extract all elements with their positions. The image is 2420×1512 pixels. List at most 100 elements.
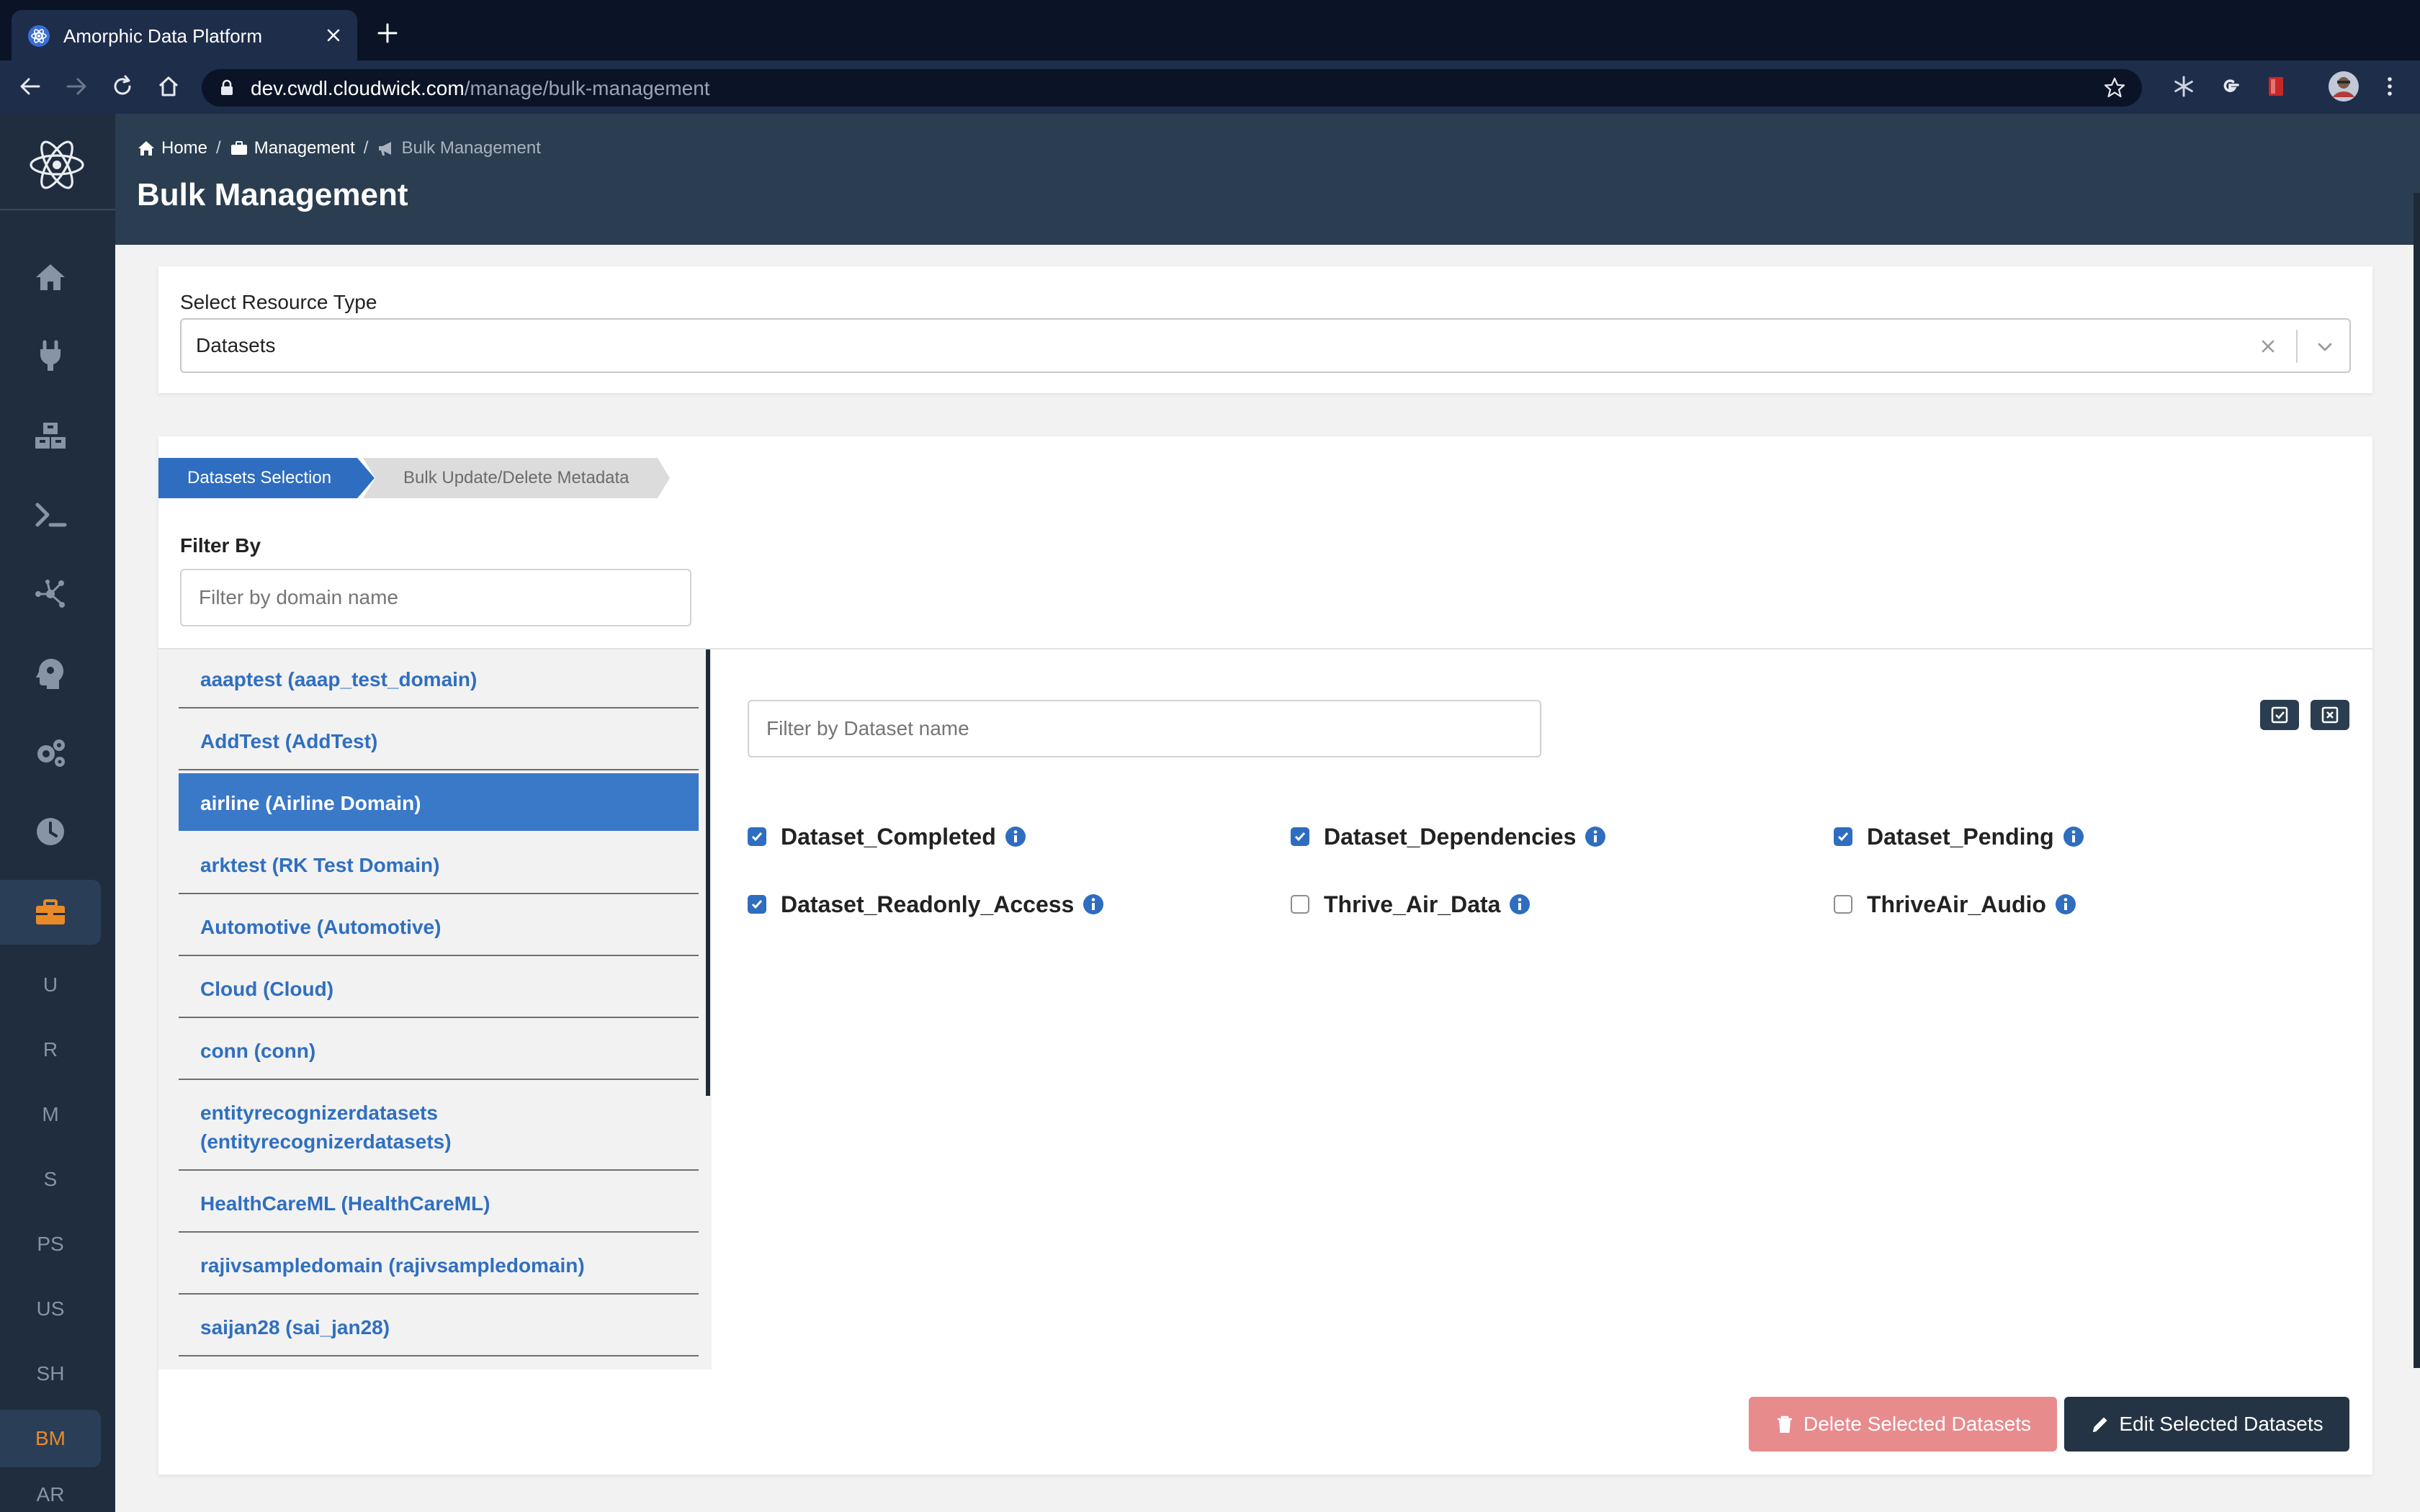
- dataset-checkbox-item[interactable]: Dataset_Dependencies: [1291, 822, 1606, 851]
- domain-list-item[interactable]: aaaptest (aaap_test_domain): [179, 649, 699, 708]
- dataset-checkbox-item[interactable]: Dataset_Readonly_Access: [748, 890, 1104, 919]
- breadcrumb-management[interactable]: Management: [230, 138, 355, 158]
- info-icon[interactable]: [1083, 894, 1104, 915]
- sidebar-item-management[interactable]: [0, 880, 101, 945]
- sidebar-item-m[interactable]: M: [0, 1086, 101, 1143]
- new-tab-plus-icon[interactable]: [376, 22, 399, 45]
- checkbox-unchecked[interactable]: [1291, 895, 1309, 914]
- domain-list-item[interactable]: Automotive (Automotive): [179, 897, 699, 956]
- domain-list-item[interactable]: conn (conn): [179, 1021, 699, 1080]
- dataset-checkbox-item[interactable]: ThriveAir_Audio: [1834, 890, 2076, 919]
- sidebar-item-sh[interactable]: SH: [0, 1345, 101, 1403]
- back-arrow-icon[interactable]: [17, 73, 43, 99]
- close-tab-icon[interactable]: [323, 24, 344, 46]
- sidebar-item-datasets[interactable]: [0, 403, 101, 468]
- checkbox-checked[interactable]: [748, 895, 766, 914]
- edit-selected-datasets-button[interactable]: Edit Selected Datasets: [2064, 1397, 2349, 1452]
- forward-arrow-icon[interactable]: [63, 73, 89, 99]
- sidebar-item-settings[interactable]: [0, 720, 101, 785]
- step-bulk-update[interactable]: Bulk Update/Delete Metadata: [363, 458, 670, 498]
- domain-list: aaaptest (aaap_test_domain) AddTest (Add…: [158, 649, 712, 1369]
- extension-asterisk-icon[interactable]: [2171, 73, 2197, 99]
- dataset-checkbox-item[interactable]: Dataset_Completed: [748, 822, 1026, 851]
- sidebar-item-s[interactable]: S: [0, 1151, 101, 1208]
- sidebar-item-ar[interactable]: AR: [0, 1475, 101, 1512]
- domain-list-item[interactable]: arktest (RK Test Domain): [179, 835, 699, 894]
- lock-icon: [221, 79, 233, 95]
- delete-button-label: Delete Selected Datasets: [1803, 1413, 2031, 1435]
- sidebar-item-r[interactable]: R: [0, 1021, 101, 1079]
- dataset-name: Thrive_Air_Data: [1324, 891, 1501, 917]
- dataset-checkbox-item[interactable]: Thrive_Air_Data: [1291, 890, 1531, 919]
- sidebar-item-schedules[interactable]: [0, 799, 101, 864]
- page-scrollbar[interactable]: [2414, 193, 2420, 1368]
- clear-selection-icon[interactable]: [2257, 336, 2279, 357]
- domain-list-scrollbar[interactable]: [706, 649, 710, 1096]
- browser-toolbar: dev.cwdl.cloudwick.com/manage/bulk-manag…: [0, 60, 2420, 114]
- wizard-steps: Bulk Update/Delete Metadata Datasets Sel…: [158, 458, 691, 498]
- sidebar-item-us[interactable]: US: [0, 1280, 101, 1338]
- reload-icon[interactable]: [109, 73, 135, 99]
- user-avatar-icon[interactable]: [2328, 71, 2360, 102]
- checkbox-unchecked[interactable]: [1834, 895, 1852, 914]
- info-icon[interactable]: [2063, 826, 2084, 847]
- dataset-name: Dataset_Readonly_Access: [781, 891, 1075, 917]
- resource-type-select[interactable]: Datasets: [180, 318, 2351, 373]
- checkbox-checked[interactable]: [1291, 827, 1309, 846]
- domain-filter-input[interactable]: [180, 569, 691, 626]
- chevron-down-icon[interactable]: [2313, 336, 2336, 359]
- sidebar-item-home[interactable]: [0, 245, 101, 310]
- extension-book-icon[interactable]: [2263, 73, 2289, 99]
- dataset-checkbox-item[interactable]: Dataset_Pending: [1834, 822, 2084, 851]
- deselect-all-button[interactable]: [2311, 700, 2349, 730]
- dataset-name: ThriveAir_Audio: [1867, 891, 2046, 917]
- address-bar[interactable]: dev.cwdl.cloudwick.com/manage/bulk-manag…: [202, 69, 2142, 107]
- domain-list-item[interactable]: entityrecognizerdatasets (entityrecogniz…: [179, 1083, 699, 1171]
- step-datasets-selection[interactable]: Datasets Selection: [158, 458, 375, 498]
- domain-list-item[interactable]: AddTest (AddTest): [179, 711, 699, 770]
- browser-tab-bar: Amorphic Data Platform: [0, 0, 2420, 60]
- domain-list-item[interactable]: rajivsampledomain (rajivsampledomain): [179, 1236, 699, 1295]
- logo-divider: [0, 209, 115, 210]
- sidebar-item-ps[interactable]: PS: [0, 1215, 101, 1273]
- dataset-name: Dataset_Completed: [781, 823, 996, 850]
- sidebar-item-graph[interactable]: [0, 562, 101, 626]
- sidebar-item-bm[interactable]: BM: [0, 1410, 101, 1467]
- breadcrumb: Home / Management / Bulk Management: [137, 138, 541, 158]
- extension-google-icon[interactable]: [2217, 73, 2243, 99]
- atom-favicon-icon: [28, 25, 50, 47]
- page-header: Home / Management / Bulk Management Bulk…: [115, 114, 2420, 245]
- info-icon[interactable]: [1509, 894, 1531, 915]
- sidebar-item-terminal[interactable]: [0, 482, 101, 547]
- bulk-management-card: Bulk Update/Delete Metadata Datasets Sel…: [158, 436, 2372, 1475]
- breadcrumb-separator: /: [216, 138, 221, 158]
- dataset-filter-input[interactable]: [748, 700, 1541, 757]
- domain-list-item-selected[interactable]: airline (Airline Domain): [179, 773, 699, 831]
- select-all-button[interactable]: [2260, 700, 2299, 730]
- amorphic-logo-icon[interactable]: [26, 134, 88, 196]
- domain-list-item[interactable]: HealthCareML (HealthCareML): [179, 1174, 699, 1233]
- breadcrumb-home[interactable]: Home: [137, 138, 207, 158]
- browser-tab-title: Amorphic Data Platform: [63, 25, 262, 47]
- home-browser-icon[interactable]: [156, 73, 182, 99]
- sidebar-item-ml[interactable]: [0, 641, 101, 706]
- sidebar-item-connections[interactable]: [0, 324, 101, 389]
- delete-selected-datasets-button[interactable]: Delete Selected Datasets: [1749, 1397, 2057, 1452]
- domain-list-item[interactable]: saijan28 (sai_jan28): [179, 1297, 699, 1356]
- info-icon[interactable]: [1005, 826, 1026, 847]
- browser-tab[interactable]: Amorphic Data Platform: [12, 10, 357, 60]
- checkbox-checked[interactable]: [1834, 827, 1852, 846]
- briefcase-icon: [36, 899, 65, 924]
- info-icon[interactable]: [1585, 826, 1606, 847]
- domain-list-item[interactable]: Cloud (Cloud): [179, 959, 699, 1018]
- checkbox-checked[interactable]: [748, 827, 766, 846]
- bookmark-star-icon[interactable]: [2103, 76, 2126, 99]
- briefcase-icon: [230, 141, 247, 155]
- home-icon: [138, 141, 154, 156]
- app-sidebar: U R M S PS US SH BM AR: [0, 114, 115, 1512]
- info-icon[interactable]: [2055, 894, 2076, 915]
- browser-menu-kebab-icon[interactable]: [2377, 73, 2403, 99]
- dataset-name: Dataset_Dependencies: [1324, 823, 1577, 850]
- plug-icon: [40, 340, 60, 371]
- sidebar-item-u[interactable]: U: [0, 956, 101, 1014]
